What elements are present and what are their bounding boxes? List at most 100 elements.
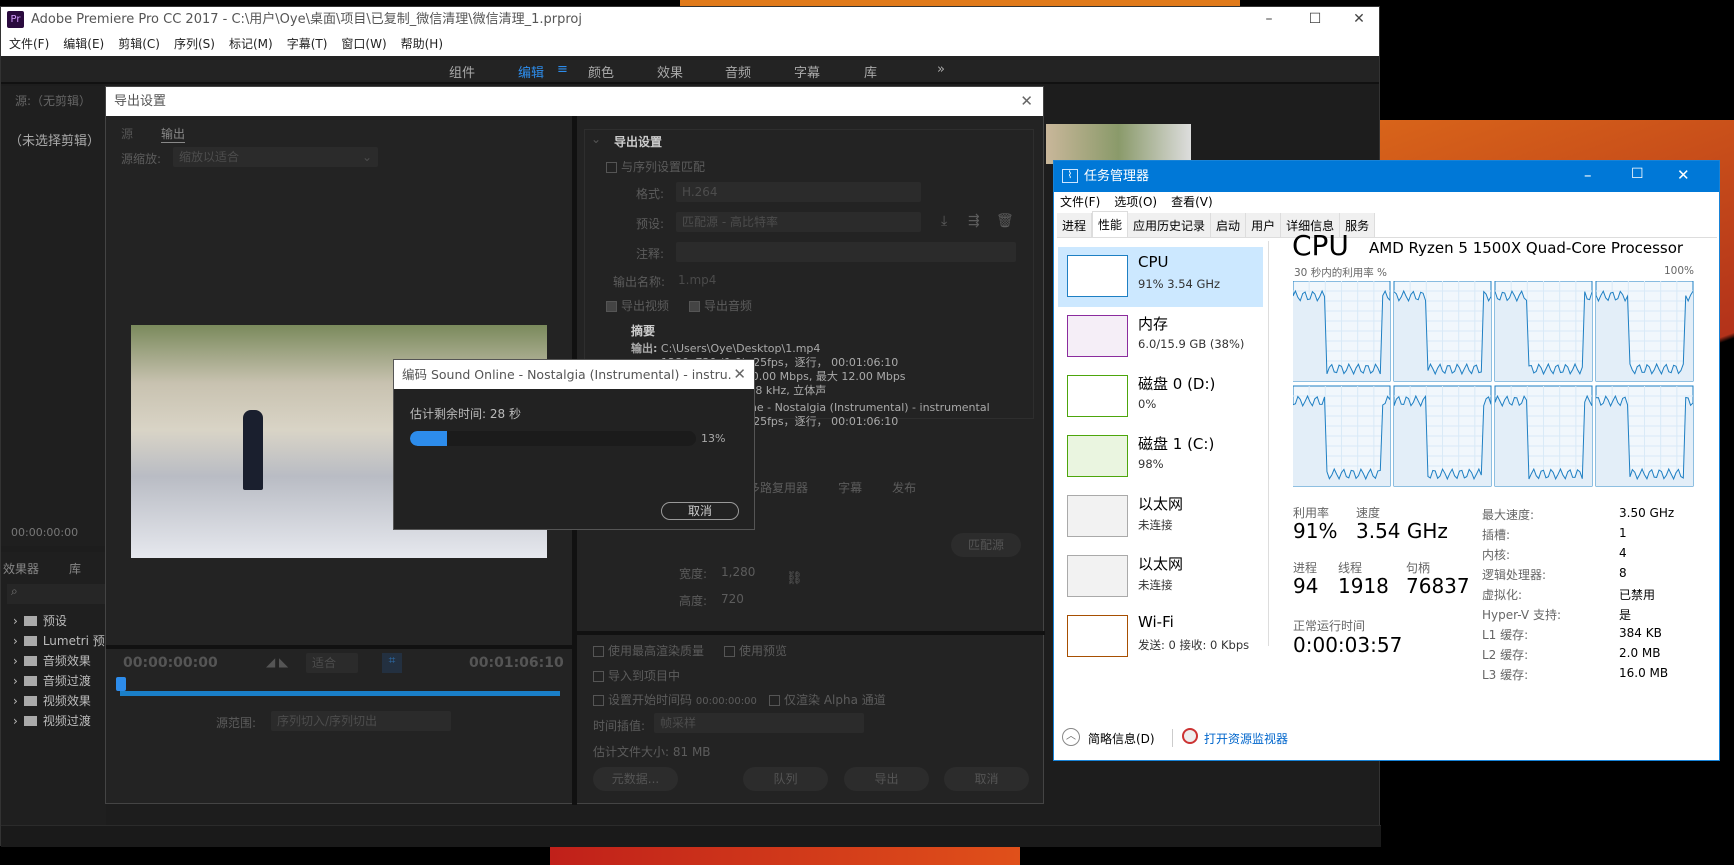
person-figure	[243, 410, 263, 490]
menu-sequence[interactable]: 序列(S)	[174, 32, 215, 56]
crop-icon[interactable]: ⌗	[382, 653, 402, 673]
resource-item[interactable]: 以太网 未连接	[1058, 487, 1263, 547]
menu-title[interactable]: 字幕(T)	[287, 32, 328, 56]
effects-folder-presets[interactable]: › 预设	[13, 612, 67, 629]
output-name-link[interactable]: 1.mp4	[678, 273, 716, 287]
use-previews-checkbox[interactable]: 使用预览	[724, 642, 787, 659]
workspace-overflow[interactable]: »	[937, 62, 945, 77]
fit-select[interactable]: 适合	[306, 653, 358, 673]
import-into-project-checkbox[interactable]: 导入到项目中	[593, 667, 680, 684]
close-icon[interactable]: ✕	[733, 365, 746, 383]
cancel-button[interactable]: 取消	[661, 502, 739, 520]
set-start-timecode-checkbox[interactable]: 设置开始时间码 00:00:00:00	[593, 691, 757, 708]
maximize-button[interactable]: ☐	[1292, 7, 1338, 32]
menu-edit[interactable]: 编辑(E)	[63, 32, 104, 56]
resource-item[interactable]: 内存 6.0/15.9 GB (38%)	[1058, 307, 1263, 367]
menu-help[interactable]: 帮助(H)	[401, 32, 443, 56]
match-sequence-checkbox[interactable]: 与序列设置匹配	[606, 158, 705, 175]
resource-value: 6.0/15.9 GB (38%)	[1138, 337, 1245, 351]
premiere-title-bar[interactable]: Adobe Premiere Pro CC 2017 - C:\用户\Oye\桌…	[1, 7, 1379, 32]
fewer-details-link[interactable]: 简略信息(D)	[1088, 730, 1155, 747]
workspace-assembly[interactable]: 组件	[449, 62, 475, 81]
tab-app-history[interactable]: 应用历史记录	[1128, 213, 1212, 237]
workspace-effects[interactable]: 效果	[657, 62, 683, 81]
close-button[interactable]: ✕	[1336, 7, 1382, 32]
tab-performance[interactable]: 性能	[1092, 211, 1129, 237]
dialog-title: 导出设置	[114, 94, 167, 109]
resource-item[interactable]: 磁盘 0 (D:) 0%	[1058, 367, 1263, 427]
workspace-menu-icon[interactable]: ≡	[557, 62, 568, 77]
minimize-button[interactable]: –	[1584, 166, 1592, 184]
tab-publish[interactable]: 发布	[892, 479, 916, 496]
menu-clip[interactable]: 剪辑(C)	[118, 32, 160, 56]
menu-file[interactable]: 文件(F)	[1060, 192, 1100, 212]
comment-input[interactable]	[676, 242, 1016, 262]
tab-multiplexer[interactable]: 多路复用器	[748, 479, 808, 496]
spec-value: 384 KB	[1619, 626, 1662, 640]
save-preset-icon[interactable]: ⤓	[941, 213, 947, 229]
folder-icon	[23, 675, 37, 686]
export-audio-checkbox[interactable]: 导出音频	[689, 297, 752, 314]
metadata-button[interactable]: 元数据...	[593, 767, 678, 791]
close-icon[interactable]: ✕	[1020, 92, 1033, 110]
cancel-button[interactable]: 取消	[944, 767, 1029, 791]
queue-button[interactable]: 队列	[743, 767, 828, 791]
match-source-button[interactable]: 匹配源	[951, 533, 1021, 557]
mark-in-out-icons[interactable]: ◢ ◣	[266, 655, 288, 669]
menu-view[interactable]: 查看(V)	[1171, 192, 1213, 212]
format-select[interactable]: H.264	[676, 182, 921, 202]
workspace-color[interactable]: 颜色	[588, 62, 614, 81]
resource-item[interactable]: 以太网 未连接	[1058, 547, 1263, 607]
dialog-title-bar[interactable]: 导出设置	[106, 87, 1043, 116]
workspace-editing[interactable]: 编辑	[518, 62, 544, 81]
effects-folder-audio-transitions[interactable]: › 音频过渡	[13, 672, 91, 689]
tab-users[interactable]: 用户	[1246, 213, 1282, 237]
open-resource-monitor-link[interactable]: 打开资源监视器	[1204, 730, 1288, 747]
timeline-range-bar[interactable]	[120, 691, 560, 696]
title-bar[interactable]: 任务管理器	[1054, 161, 1719, 192]
playhead-handle[interactable]	[116, 677, 126, 691]
tab-startup[interactable]: 启动	[1211, 213, 1247, 237]
workspace-libraries[interactable]: 库	[864, 62, 877, 81]
source-timecode: 00:00:00:00	[11, 526, 79, 539]
source-tab[interactable]: 源:（无剪辑）	[15, 92, 91, 109]
render-alpha-only-checkbox[interactable]: 仅渲染 Alpha 通道	[769, 691, 886, 708]
effects-folder-audio-effects[interactable]: › 音频效果	[13, 652, 91, 669]
delete-preset-icon[interactable]: 🗑	[996, 213, 1014, 229]
source-range-select[interactable]: 序列切入/序列切出	[271, 711, 451, 731]
menu-file[interactable]: 文件(F)	[9, 32, 49, 56]
time-interpolation-select[interactable]: 帧采样	[654, 713, 864, 733]
effects-folder-lumetri[interactable]: › Lumetri 预	[13, 632, 105, 649]
menu-marker[interactable]: 标记(M)	[229, 32, 273, 56]
source-scale-select[interactable]: 缩放以适合 ⌄	[173, 147, 378, 167]
dialog-title-bar[interactable]: 编码 Sound Online - Nostalgia (Instrumenta…	[394, 360, 754, 389]
maximize-button[interactable]: ☐	[1631, 166, 1644, 182]
menu-window[interactable]: 窗口(W)	[341, 32, 386, 56]
max-render-quality-checkbox[interactable]: 使用最高渲染质量	[593, 642, 704, 659]
height-value[interactable]: 720	[721, 592, 744, 606]
minimize-button[interactable]: –	[1246, 7, 1292, 32]
workspace-titles[interactable]: 字幕	[794, 62, 820, 81]
workspace-audio[interactable]: 音频	[725, 62, 751, 81]
chevron-up-icon[interactable]: ︿	[1062, 728, 1080, 746]
import-preset-icon[interactable]: ⇶	[968, 213, 980, 229]
menu-options[interactable]: 选项(O)	[1114, 192, 1157, 212]
tab-effects[interactable]: 效果器	[3, 560, 39, 577]
resource-item[interactable]: 磁盘 1 (C:) 98%	[1058, 427, 1263, 487]
export-button[interactable]: 导出	[844, 767, 929, 791]
resource-item[interactable]: Wi-Fi 发送: 0 接收: 0 Kbps	[1058, 607, 1263, 667]
tab-captions[interactable]: 字幕	[838, 479, 862, 496]
resource-item[interactable]: CPU 91% 3.54 GHz	[1058, 247, 1263, 307]
tab-libraries[interactable]: 库	[69, 560, 81, 577]
export-video-checkbox[interactable]: 导出视频	[606, 297, 669, 314]
effects-search-input[interactable]: ⌕	[7, 584, 105, 604]
tab-processes[interactable]: 进程	[1057, 213, 1093, 237]
link-dimensions-icon[interactable]: ⛓	[786, 571, 803, 586]
tab-output[interactable]: 输出	[161, 125, 186, 143]
width-value[interactable]: 1,280	[721, 565, 755, 579]
effects-folder-video-transitions[interactable]: › 视频过渡	[13, 712, 91, 729]
tab-source[interactable]: 源	[121, 125, 133, 142]
effects-folder-video-effects[interactable]: › 视频效果	[13, 692, 91, 709]
close-button[interactable]: ✕	[1677, 166, 1690, 184]
preset-select[interactable]: 匹配源 - 高比特率	[676, 212, 921, 232]
